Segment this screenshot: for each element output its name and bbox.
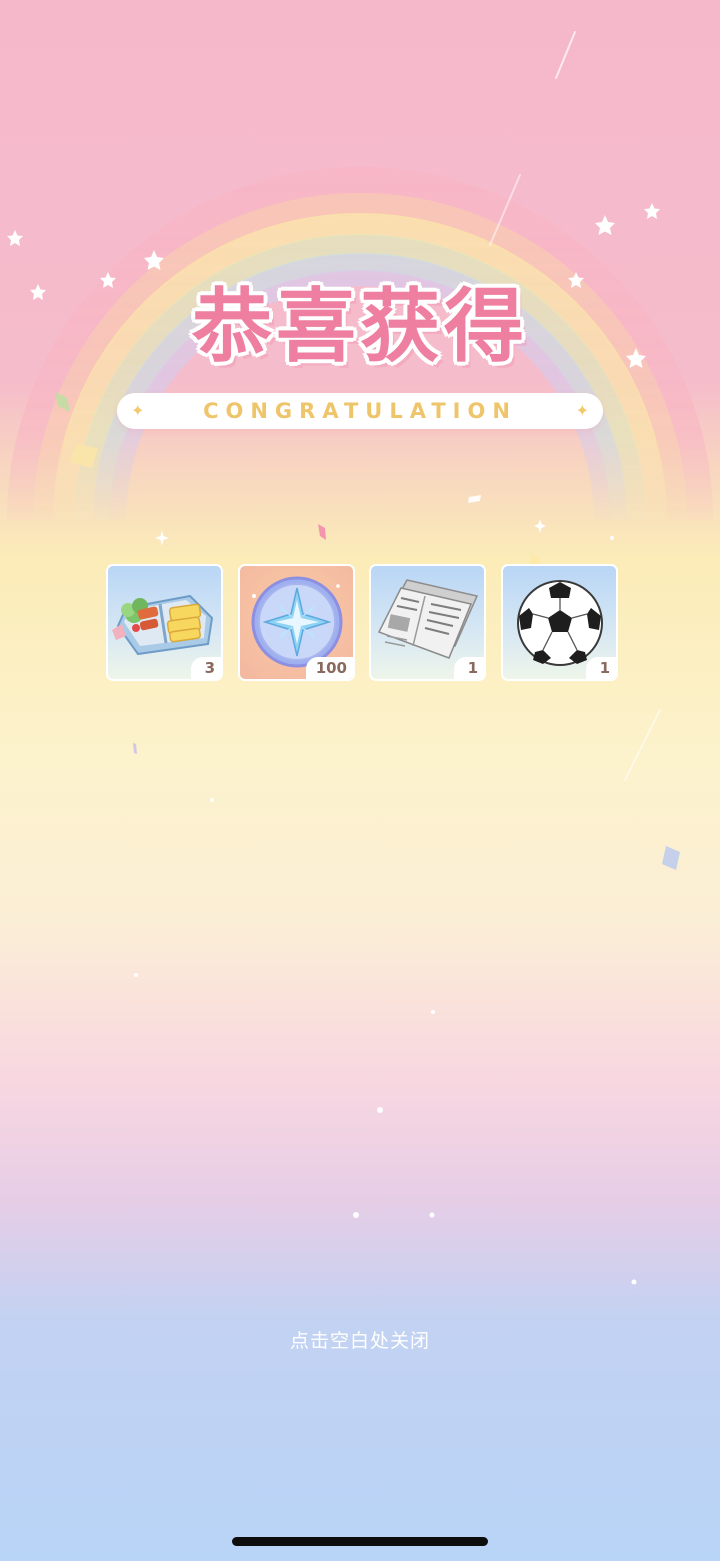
reward-item-bento[interactable]: 3 (106, 564, 223, 681)
congratulation-banner: ✦ CONGRATULATION ✦ (117, 393, 603, 429)
reward-list: 3 100 1 1 (106, 564, 620, 683)
reward-quantity: 1 (454, 657, 484, 679)
reward-quantity: 1 (586, 657, 616, 679)
title-container: 恭喜获得 (0, 262, 720, 378)
reward-quantity: 100 (305, 657, 353, 679)
home-indicator[interactable] (232, 1537, 488, 1546)
sparkle-right-icon: ✦ (575, 401, 589, 420)
reward-quantity: 3 (191, 657, 221, 679)
congratulation-text: CONGRATULATION (203, 399, 517, 423)
reward-item-newspaper[interactable]: 1 (369, 564, 486, 681)
tap-to-close-hint[interactable]: 点击空白处关闭 (0, 1326, 720, 1353)
reward-item-star-coin[interactable]: 100 (238, 564, 355, 681)
reward-title: 恭喜获得 (192, 280, 528, 373)
reward-item-soccer-ball[interactable]: 1 (501, 564, 618, 681)
